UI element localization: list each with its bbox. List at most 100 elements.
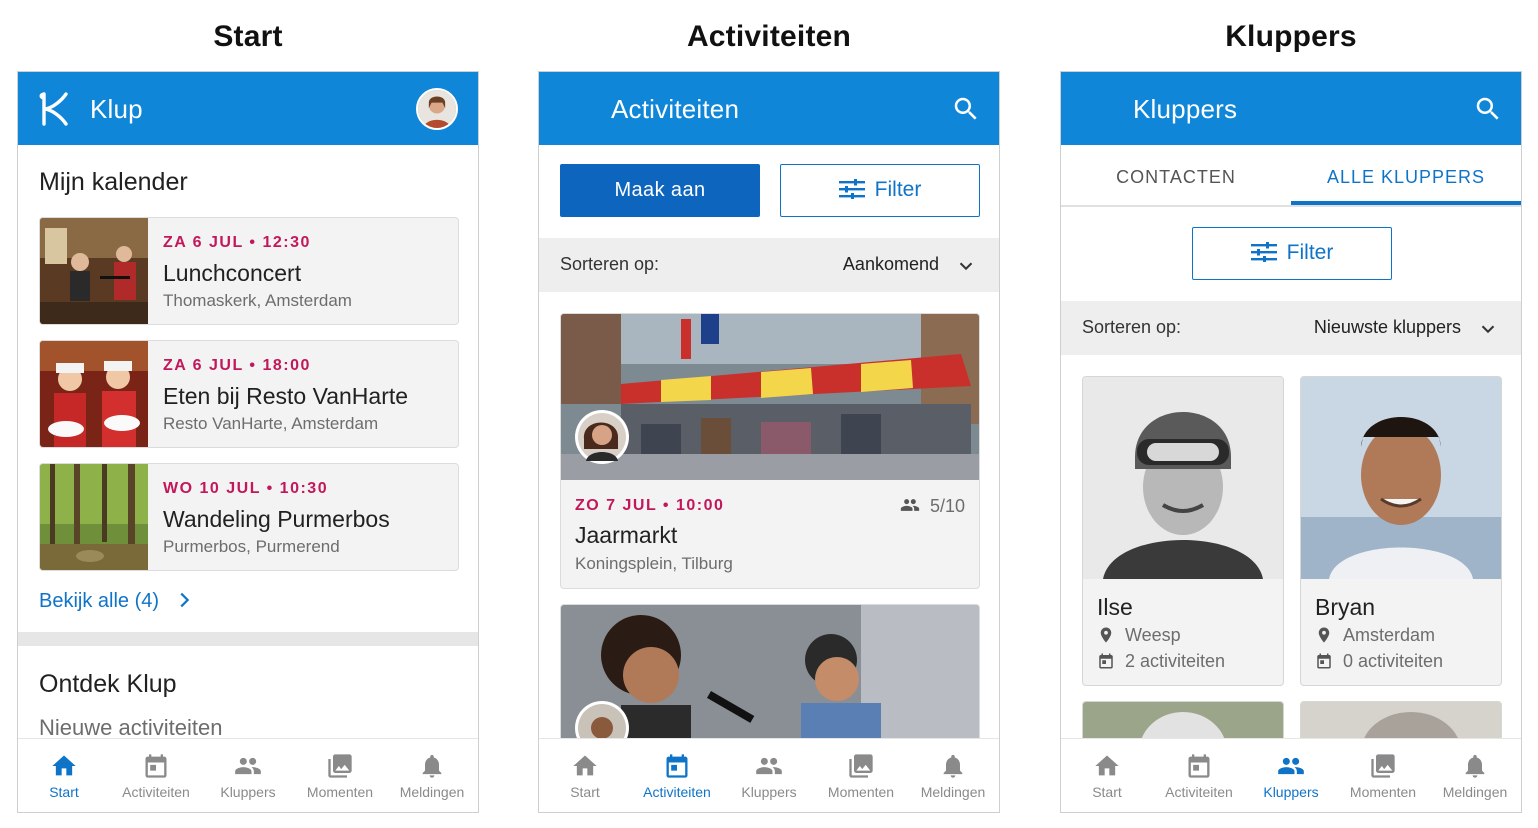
people-icon (898, 495, 922, 515)
nav-momenten[interactable]: Momenten (294, 739, 386, 812)
photos-icon (1369, 752, 1397, 780)
nav-label: Meldingen (1442, 784, 1508, 800)
nav-meldingen[interactable]: Meldingen (907, 739, 999, 812)
kluppers-tabs: CONTACTEN ALLE KLUPPERS (1061, 145, 1521, 207)
event-photo-forest (40, 464, 148, 570)
nav-meldingen[interactable]: Meldingen (1429, 739, 1521, 812)
activity-name: Jaarmarkt (575, 522, 678, 548)
person-name: Ilse (1097, 594, 1133, 620)
event-card[interactable]: WO 10 JUL • 10:30 Wandeling Purmerbos Pu… (39, 463, 459, 571)
home-icon (50, 752, 78, 780)
activity-card[interactable]: ZO 7 JUL • 10:00 5/10 Jaarmarkt Koningsp… (560, 313, 980, 589)
location-pin-icon (1315, 626, 1333, 644)
person-city-label: Weesp (1125, 625, 1181, 645)
people-icon (755, 752, 783, 780)
filter-button[interactable]: Filter (1192, 227, 1392, 280)
photos-icon (326, 752, 354, 780)
filter-label: Filter (874, 178, 922, 201)
create-activity-button[interactable]: Maak aan (560, 164, 760, 217)
person-card[interactable]: Bryan Amsterdam 0 activiteiten (1300, 376, 1502, 686)
nav-label: Kluppers (1263, 784, 1319, 800)
nav-label: Start (570, 784, 600, 800)
nav-kluppers[interactable]: Kluppers (1245, 739, 1337, 812)
nav-activiteiten[interactable]: Activiteiten (110, 739, 202, 812)
nav-label: Momenten (827, 784, 895, 800)
people-icon (1277, 752, 1305, 780)
sort-bar[interactable]: Sorteren op: Aankomend (539, 238, 999, 292)
bottom-nav: Start Activiteiten Kluppers Momenten Mel… (539, 738, 999, 812)
calendar-icon (1097, 652, 1115, 670)
person-card[interactable]: Ilse Weesp 2 activiteiten (1082, 376, 1284, 686)
sort-label: Sorteren op: (560, 254, 660, 274)
event-place: Thomaskerk, Amsterdam (163, 291, 352, 310)
event-name: Wandeling Purmerbos (163, 506, 390, 532)
nav-meldingen[interactable]: Meldingen (386, 739, 478, 812)
person-photo (1083, 377, 1283, 579)
bell-icon (939, 752, 967, 780)
sort-label: Sorteren op: (1082, 317, 1182, 337)
calendar-icon (142, 752, 170, 780)
event-card[interactable]: ZA 6 JUL • 12:30 Lunchconcert Thomaskerk… (39, 217, 459, 325)
event-place: Resto VanHarte, Amsterdam (163, 414, 379, 433)
person-activities: 2 activiteiten (1097, 651, 1225, 672)
sort-bar[interactable]: Sorteren op: Nieuwste kluppers (1061, 301, 1521, 355)
nav-label: Start (49, 784, 79, 800)
bottom-nav: Start Activiteiten Kluppers Momenten Mel… (1061, 738, 1521, 812)
tab-contacten[interactable]: CONTACTEN (1061, 145, 1291, 205)
nav-label: Meldingen (399, 784, 465, 800)
tab-alle-kluppers[interactable]: ALLE KLUPPERS (1291, 145, 1521, 205)
calendar-icon (1315, 652, 1333, 670)
nav-momenten[interactable]: Momenten (1337, 739, 1429, 812)
sort-value: Nieuwste kluppers (1313, 317, 1461, 337)
nav-label: Activiteiten (122, 784, 190, 800)
nav-start[interactable]: Start (539, 739, 631, 812)
event-photo-concert (40, 218, 148, 324)
nav-kluppers[interactable]: Kluppers (202, 739, 294, 812)
nav-label: Kluppers (741, 784, 797, 800)
home-icon (571, 752, 599, 780)
person-activities-label: 0 activiteiten (1343, 651, 1444, 671)
nav-momenten[interactable]: Momenten (815, 739, 907, 812)
kluppers-screen: Kluppers CONTACTEN ALLE KLUPPERS Filter … (1060, 71, 1522, 813)
event-name: Eten bij Resto VanHarte (163, 383, 409, 409)
person-activities-label: 2 activiteiten (1125, 651, 1226, 671)
person-city: Amsterdam (1315, 625, 1435, 646)
participants-count: 5/10 (898, 495, 965, 517)
section-divider (18, 632, 478, 646)
chevron-down-icon (955, 255, 977, 277)
app-title: Activiteiten (611, 94, 740, 124)
nav-kluppers[interactable]: Kluppers (723, 739, 815, 812)
nav-start[interactable]: Start (18, 739, 110, 812)
nav-activiteiten[interactable]: Activiteiten (631, 739, 723, 812)
activity-date: ZO 7 JUL • 10:00 (575, 497, 725, 514)
klup-logo-icon (39, 92, 68, 126)
filter-label: Filter (1286, 241, 1334, 264)
view-all-link[interactable]: Bekijk alle (4) (39, 589, 195, 613)
participants-value: 5/10 (929, 496, 965, 516)
bell-icon (418, 752, 446, 780)
nav-activiteiten[interactable]: Activiteiten (1153, 739, 1245, 812)
event-date: WO 10 JUL • 10:30 (163, 480, 329, 497)
start-screen: Klup Mijn kalender ZA 6 JUL • 12:30 Lunc… (17, 71, 479, 813)
search-icon[interactable] (1473, 94, 1503, 124)
search-icon[interactable] (951, 94, 981, 124)
event-card[interactable]: ZA 6 JUL • 18:00 Eten bij Resto VanHarte… (39, 340, 459, 448)
nav-label: Meldingen (920, 784, 986, 800)
nav-label: Momenten (306, 784, 374, 800)
nav-label: Activiteiten (1165, 784, 1233, 800)
activity-place: Koningsplein, Tilburg (575, 554, 733, 573)
view-all-label: Bekijk alle (4) (39, 590, 160, 612)
calendar-title: Mijn kalender (39, 168, 188, 196)
user-avatar[interactable] (416, 88, 458, 130)
event-date: ZA 6 JUL • 18:00 (163, 357, 311, 374)
nav-label: Momenten (1349, 784, 1417, 800)
filter-icon (1251, 242, 1277, 262)
person-activities: 0 activiteiten (1315, 651, 1443, 672)
filter-icon (839, 179, 865, 199)
calendar-icon (663, 752, 691, 780)
sort-value: Aankomend (842, 254, 939, 274)
person-city-label: Amsterdam (1343, 625, 1436, 645)
event-photo-dinner (40, 341, 148, 447)
filter-button[interactable]: Filter (780, 164, 980, 217)
nav-start[interactable]: Start (1061, 739, 1153, 812)
